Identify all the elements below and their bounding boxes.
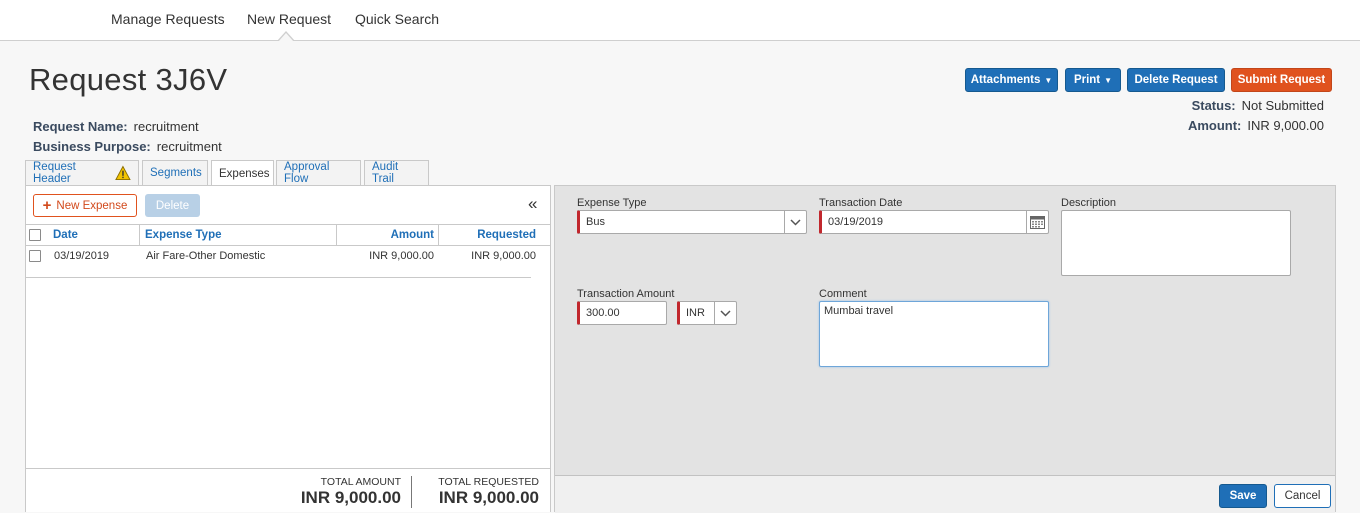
total-requested-label: TOTAL REQUESTED: [438, 476, 539, 488]
amount-line: Amount: INR 9,000.00: [1188, 118, 1324, 133]
table-row[interactable]: 03/19/2019 Air Fare-Other Domestic INR 9…: [26, 246, 550, 266]
form-footer: [555, 476, 1335, 513]
row-checkbox[interactable]: [29, 250, 41, 262]
expense-type-label: Expense Type: [577, 197, 647, 209]
amount-label: Amount:: [1187, 118, 1242, 133]
page-title: Request 3J6V: [29, 62, 228, 97]
total-amount-value: INR 9,000.00: [300, 488, 401, 507]
nav-new-request[interactable]: New Request: [247, 11, 331, 27]
totals-divider: [26, 468, 550, 469]
column-divider: [139, 225, 140, 246]
tab-request-header[interactable]: Request Header: [25, 160, 139, 185]
submit-request-button[interactable]: Submit Request: [1231, 68, 1332, 92]
currency-value: INR: [686, 307, 705, 319]
chevron-down-icon[interactable]: [714, 302, 736, 324]
status-line: Status: Not Submitted: [1192, 98, 1324, 113]
row-requested: INR 9,000.00: [471, 250, 536, 262]
tab-approval-flow[interactable]: Approval Flow: [276, 160, 361, 185]
column-expense-type[interactable]: Expense Type: [145, 229, 222, 241]
totals-separator: [411, 476, 412, 508]
column-amount[interactable]: Amount: [391, 229, 434, 241]
row-amount: INR 9,000.00: [369, 250, 434, 262]
transaction-amount-value: 300.00: [586, 307, 620, 319]
description-textarea[interactable]: [1061, 210, 1291, 276]
transaction-amount-field[interactable]: 300.00: [577, 301, 667, 325]
tab-segments[interactable]: Segments: [142, 160, 208, 185]
calendar-icon[interactable]: [1026, 211, 1048, 233]
comment-label: Comment: [819, 288, 867, 300]
status-label: Status:: [1191, 98, 1236, 113]
business-purpose-value: recruitment: [156, 139, 222, 154]
chevron-down-icon: ▼: [1044, 75, 1053, 85]
total-amount-label: TOTAL AMOUNT: [320, 476, 401, 488]
currency-select[interactable]: INR: [677, 301, 737, 325]
expense-grid-header: Date Expense Type Amount Requested: [26, 224, 550, 246]
column-requested[interactable]: Requested: [477, 229, 536, 241]
cancel-button[interactable]: Cancel: [1274, 484, 1331, 508]
collapse-panel-icon[interactable]: «: [528, 194, 537, 214]
delete-request-button[interactable]: Delete Request: [1127, 68, 1225, 92]
row-date: 03/19/2019: [54, 250, 110, 262]
comment-textarea[interactable]: Mumbai travel: [819, 301, 1049, 367]
expense-list-panel: + New Expense Delete « Date Expense Type …: [25, 185, 551, 512]
status-value: Not Submitted: [1241, 98, 1324, 113]
tab-audit-trail[interactable]: Audit Trail: [364, 160, 429, 185]
plus-icon: +: [42, 197, 52, 214]
warning-icon: [115, 165, 131, 180]
column-divider: [336, 225, 337, 246]
save-button[interactable]: Save: [1219, 484, 1267, 508]
column-date[interactable]: Date: [53, 229, 78, 241]
top-nav: Manage Requests New Request Quick Search: [0, 0, 1360, 42]
row-divider: [26, 277, 531, 278]
expense-type-value: Bus: [586, 216, 605, 228]
active-nav-indicator-inner: [278, 33, 294, 42]
total-requested-value: INR 9,000.00: [438, 488, 539, 507]
business-purpose-label: Business Purpose:: [33, 139, 151, 154]
description-label: Description: [1061, 197, 1117, 209]
nav-quick-search[interactable]: Quick Search: [355, 11, 439, 27]
chevron-down-icon[interactable]: [784, 211, 806, 233]
transaction-amount-label: Transaction Amount: [577, 288, 675, 300]
expense-type-select[interactable]: Bus: [577, 210, 807, 234]
amount-value: INR 9,000.00: [1247, 118, 1324, 133]
business-purpose: Business Purpose: recruitment: [33, 139, 222, 154]
print-label: Print: [1073, 74, 1101, 86]
transaction-date-value: 03/19/2019: [828, 216, 884, 228]
request-name-label: Request Name:: [33, 119, 128, 134]
attachments-button[interactable]: Attachments ▼: [965, 68, 1058, 92]
attachments-label: Attachments: [970, 74, 1041, 86]
new-expense-label: New Expense: [56, 199, 128, 212]
select-all-checkbox[interactable]: [29, 229, 41, 241]
new-expense-button[interactable]: + New Expense: [33, 194, 137, 217]
request-name-value: recruitment: [133, 119, 199, 134]
transaction-date-label: Transaction Date: [819, 197, 903, 209]
nav-manage-requests[interactable]: Manage Requests: [111, 11, 225, 27]
chevron-down-icon: ▼: [1104, 75, 1113, 85]
tab-expenses[interactable]: Expenses: [211, 160, 274, 186]
row-expense-type: Air Fare-Other Domestic: [146, 250, 266, 262]
transaction-date-field[interactable]: 03/19/2019: [819, 210, 1049, 234]
print-button[interactable]: Print ▼: [1065, 68, 1121, 92]
expense-form-panel: Expense Type Bus Transaction Date 03/19/…: [554, 185, 1336, 513]
tab-request-header-label: Request Header: [33, 161, 76, 185]
column-divider: [438, 225, 439, 246]
delete-expense-button[interactable]: Delete: [145, 194, 200, 217]
request-name: Request Name: recruitment: [33, 119, 199, 134]
